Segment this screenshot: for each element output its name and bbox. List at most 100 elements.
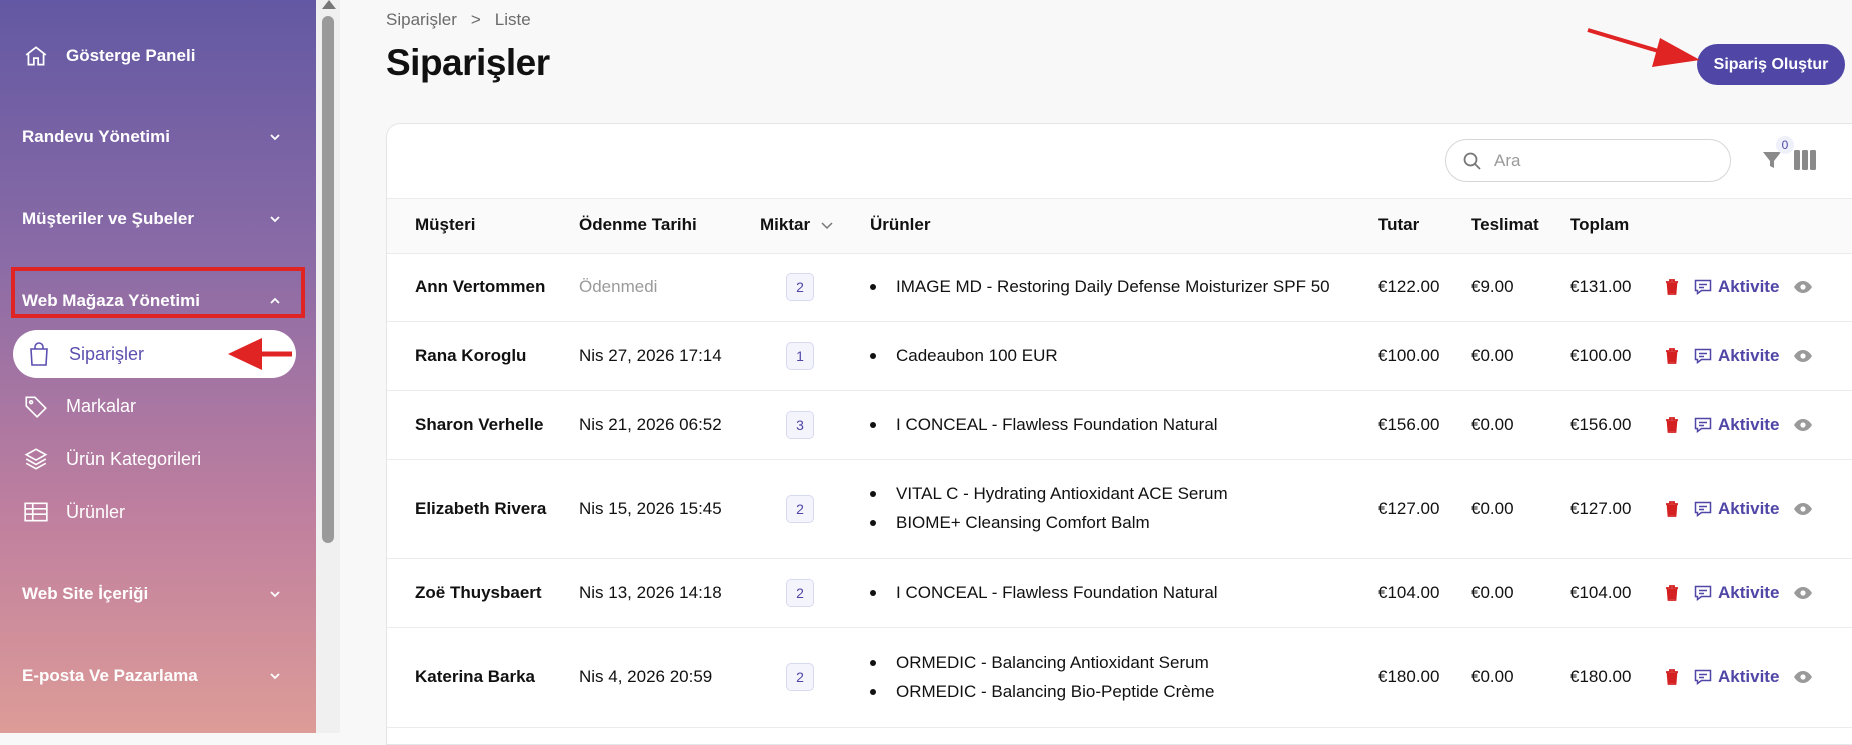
total-cell: €131.00 <box>1570 276 1632 296</box>
delete-trash-icon[interactable] <box>1664 416 1680 434</box>
header-products[interactable]: Ürünler <box>870 215 930 235</box>
quantity-cell: 2 <box>786 459 814 558</box>
customer-name: Rana Koroglu <box>415 345 527 365</box>
product-name: VITAL C - Hydrating Antioxidant ACE Seru… <box>896 484 1228 503</box>
nav-dashboard-label: Gösterge Paneli <box>66 46 196 65</box>
product-item: ORMEDIC - Balancing Bio-Peptide Crème <box>870 682 1214 702</box>
total-cell: €180.00 <box>1570 667 1632 686</box>
nav-brands-label: Markalar <box>66 395 137 416</box>
row-actions: Aktivite <box>1664 390 1813 459</box>
amount-cell: €122.00 <box>1378 276 1440 296</box>
chat-icon <box>1694 348 1712 364</box>
nav-section-website-label: Web Site İçeriği <box>22 584 149 603</box>
delete-trash-icon[interactable] <box>1664 278 1680 296</box>
activity-link[interactable]: Aktivite <box>1694 277 1779 297</box>
customer-name: Ann Vertommen <box>415 276 546 296</box>
nav-categories[interactable]: Ürün Kategorileri <box>22 445 201 473</box>
columns-icon[interactable] <box>1794 150 1816 170</box>
table-row[interactable]: Sharon Verhelle Nis 21, 2026 06:52 3 I C… <box>387 390 1852 460</box>
table-row[interactable]: Zoë Thuysbaert Nis 13, 2026 14:18 2 I CO… <box>387 558 1852 628</box>
sidebar-scrollbar-thumb[interactable] <box>322 16 334 543</box>
header-customer[interactable]: Müşteri <box>415 215 475 235</box>
tag-icon <box>22 392 50 420</box>
view-eye-icon[interactable] <box>1793 280 1813 294</box>
payment-date: Nis 4, 2026 20:59 <box>579 667 713 686</box>
product-item: BIOME+ Cleansing Comfort Balm <box>870 513 1150 533</box>
view-eye-icon[interactable] <box>1793 418 1813 432</box>
nav-brands[interactable]: Markalar <box>22 392 136 420</box>
product-item: ORMEDIC - Balancing Antioxidant Serum <box>870 653 1209 673</box>
breadcrumb-current: Liste <box>494 10 531 29</box>
table-row[interactable]: Katerina Barka Nis 4, 2026 20:59 2 ORMED… <box>387 627 1852 728</box>
nav-dashboard[interactable]: Gösterge Paneli <box>22 42 195 70</box>
product-item: Cadeaubon 100 EUR <box>870 346 1058 366</box>
payment-date: Ödenmedi <box>579 276 658 296</box>
search-icon <box>1463 152 1481 170</box>
quantity-badge: 2 <box>786 272 814 301</box>
customer-name: Sharon Verhelle <box>415 414 544 434</box>
total-cell: €100.00 <box>1570 345 1632 365</box>
product-item: IMAGE MD - Restoring Daily Defense Moist… <box>870 277 1330 297</box>
home-icon <box>22 42 50 70</box>
chat-icon <box>1694 501 1712 517</box>
product-name: ORMEDIC - Balancing Antioxidant Serum <box>896 652 1209 672</box>
products-cell: IMAGE MD - Restoring Daily Defense Moist… <box>870 252 1330 321</box>
customer-name: Elizabeth Rivera <box>415 498 547 518</box>
breadcrumb: Siparişler > Liste <box>386 10 531 30</box>
quantity-badge: 2 <box>786 663 814 691</box>
view-eye-icon[interactable] <box>1793 349 1813 363</box>
create-order-button[interactable]: Sipariş Oluştur <box>1697 44 1845 85</box>
header-shipping[interactable]: Teslimat <box>1471 215 1539 235</box>
header-payment-date[interactable]: Ödenme Tarihi <box>579 215 697 235</box>
activity-link[interactable]: Aktivite <box>1694 346 1779 366</box>
header-quantity-sortable[interactable]: Miktar <box>760 215 834 235</box>
products-cell: ORMEDIC - Balancing Antioxidant Serum ORM… <box>870 627 1214 727</box>
annotation-highlight-box <box>11 267 305 318</box>
nav-section-website[interactable]: Web Site İçeriği <box>22 584 282 604</box>
table-row[interactable]: Rana Koroglu Nis 27, 2026 17:14 1 Cadeau… <box>387 321 1852 391</box>
products-cell: I CONCEAL - Flawless Foundation Natural <box>870 390 1218 459</box>
header-total[interactable]: Toplam <box>1570 215 1629 235</box>
annotation-arrow-create <box>1587 28 1700 67</box>
nav-orders[interactable]: Siparişler <box>13 330 296 378</box>
product-item: I CONCEAL - Flawless Foundation Natural <box>870 583 1218 603</box>
bullet <box>870 520 876 526</box>
view-eye-icon[interactable] <box>1793 586 1813 600</box>
nav-section-appointments[interactable]: Randevu Yönetimi <box>22 127 282 147</box>
breadcrumb-parent[interactable]: Siparişler <box>386 10 457 30</box>
bullet <box>870 688 876 695</box>
quantity-badge: 2 <box>786 578 814 607</box>
nav-section-customers[interactable]: Müşteriler ve Şubeler <box>22 209 282 229</box>
search-box[interactable] <box>1445 139 1731 182</box>
products-cell: Cadeaubon 100 EUR <box>870 321 1058 390</box>
header-amount[interactable]: Tutar <box>1378 215 1419 235</box>
nav-categories-label: Ürün Kategorileri <box>66 448 202 469</box>
delete-trash-icon[interactable] <box>1664 347 1680 365</box>
product-name: I CONCEAL - Flawless Foundation Natural <box>896 582 1218 602</box>
payment-date: Nis 15, 2026 15:45 <box>579 498 722 518</box>
delete-trash-icon[interactable] <box>1664 500 1680 518</box>
nav-products[interactable]: Ürünler <box>22 498 125 526</box>
activity-link[interactable]: Aktivite <box>1694 415 1779 435</box>
row-actions: Aktivite <box>1664 627 1813 727</box>
bullet <box>870 589 876 596</box>
table-row[interactable]: Ann Vertommen Ödenmedi 2 IMAGE MD - Rest… <box>387 252 1852 322</box>
page-title: Siparişler <box>386 42 550 83</box>
search-input[interactable] <box>1492 149 1696 172</box>
activity-link[interactable]: Aktivite <box>1694 583 1779 603</box>
delete-trash-icon[interactable] <box>1664 584 1680 602</box>
nav-section-email[interactable]: E-posta Ve Pazarlama <box>22 666 282 686</box>
chevron-down-icon <box>270 673 280 680</box>
product-item: VITAL C - Hydrating Antioxidant ACE Seru… <box>870 484 1228 504</box>
product-name: ORMEDIC - Balancing Bio-Peptide Crème <box>896 681 1215 701</box>
shopping-bag-icon <box>25 340 53 368</box>
scroll-up-arrow-icon[interactable] <box>322 0 336 9</box>
view-eye-icon[interactable] <box>1793 502 1813 516</box>
shipping-cell: €0.00 <box>1471 498 1514 518</box>
breadcrumb-separator: > <box>470 10 481 29</box>
activity-link[interactable]: Aktivite <box>1694 667 1779 687</box>
activity-link[interactable]: Aktivite <box>1694 499 1779 519</box>
table-row[interactable]: Elizabeth Rivera Nis 15, 2026 15:45 2 VI… <box>387 459 1852 559</box>
view-eye-icon[interactable] <box>1793 670 1813 684</box>
delete-trash-icon[interactable] <box>1664 668 1680 686</box>
